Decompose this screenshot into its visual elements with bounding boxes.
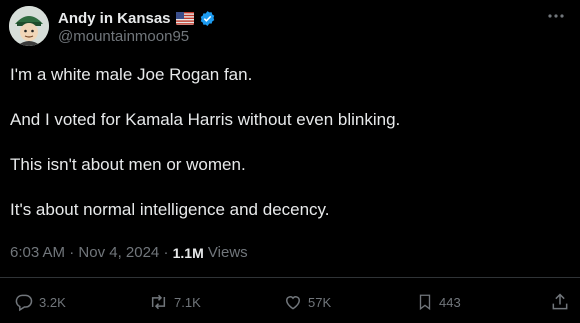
like-button[interactable]: 57K [283,292,331,312]
verified-badge-icon[interactable] [199,10,216,27]
bookmark-icon [419,294,431,311]
repost-count: 7.1K [174,294,201,310]
tweet-date[interactable]: Nov 4, 2024 [78,244,159,261]
tweet-paragraph: And I voted for Kamala Harris without ev… [10,110,401,129]
us-flag-icon [175,11,194,25]
tweet-time[interactable]: 6:03 AM [10,244,65,261]
bookmark-button[interactable]: 443 [416,292,461,312]
reply-button[interactable]: 3.2K [14,292,66,312]
meta-separator: · [159,244,173,261]
share-button[interactable] [550,292,570,312]
avatar-image [9,6,49,46]
author-name-row: Andy in Kansas [58,8,216,28]
bookmark-count: 443 [439,294,461,310]
ellipsis-icon [548,14,564,18]
author-display-name[interactable]: Andy in Kansas [58,10,171,27]
tweet-text: I'm a white male Joe Rogan fan. And I vo… [10,64,570,244]
avatar[interactable] [9,6,49,46]
repost-icon [151,294,166,310]
author-handle[interactable]: @mountainmoon95 [58,28,189,45]
share-icon [552,293,568,310]
tweet-paragraph: This isn't about men or women. [10,155,246,174]
reply-count: 3.2K [39,294,66,310]
meta-separator: · [65,244,79,261]
heart-icon [285,296,301,310]
like-count: 57K [308,294,332,310]
tweet-paragraph: It's about normal intelligence and decen… [10,200,330,219]
tweet-paragraph: I'm a white male Joe Rogan fan. [10,65,253,84]
repost-button[interactable]: 7.1K [148,292,201,312]
more-options-button[interactable] [546,6,566,26]
action-bar: 3.2K 7.1K 57K 443 [14,292,570,316]
views-count[interactable]: 1.1M [173,245,204,261]
divider [0,277,580,278]
tweet-card: Andy in Kansas @mountainmoon95 I'm a whi… [0,0,580,323]
reply-icon [15,294,33,312]
views-label: Views [207,244,248,261]
tweet-metadata: 6:03 AM · Nov 4, 2024 · 1.1M Views [10,244,248,261]
